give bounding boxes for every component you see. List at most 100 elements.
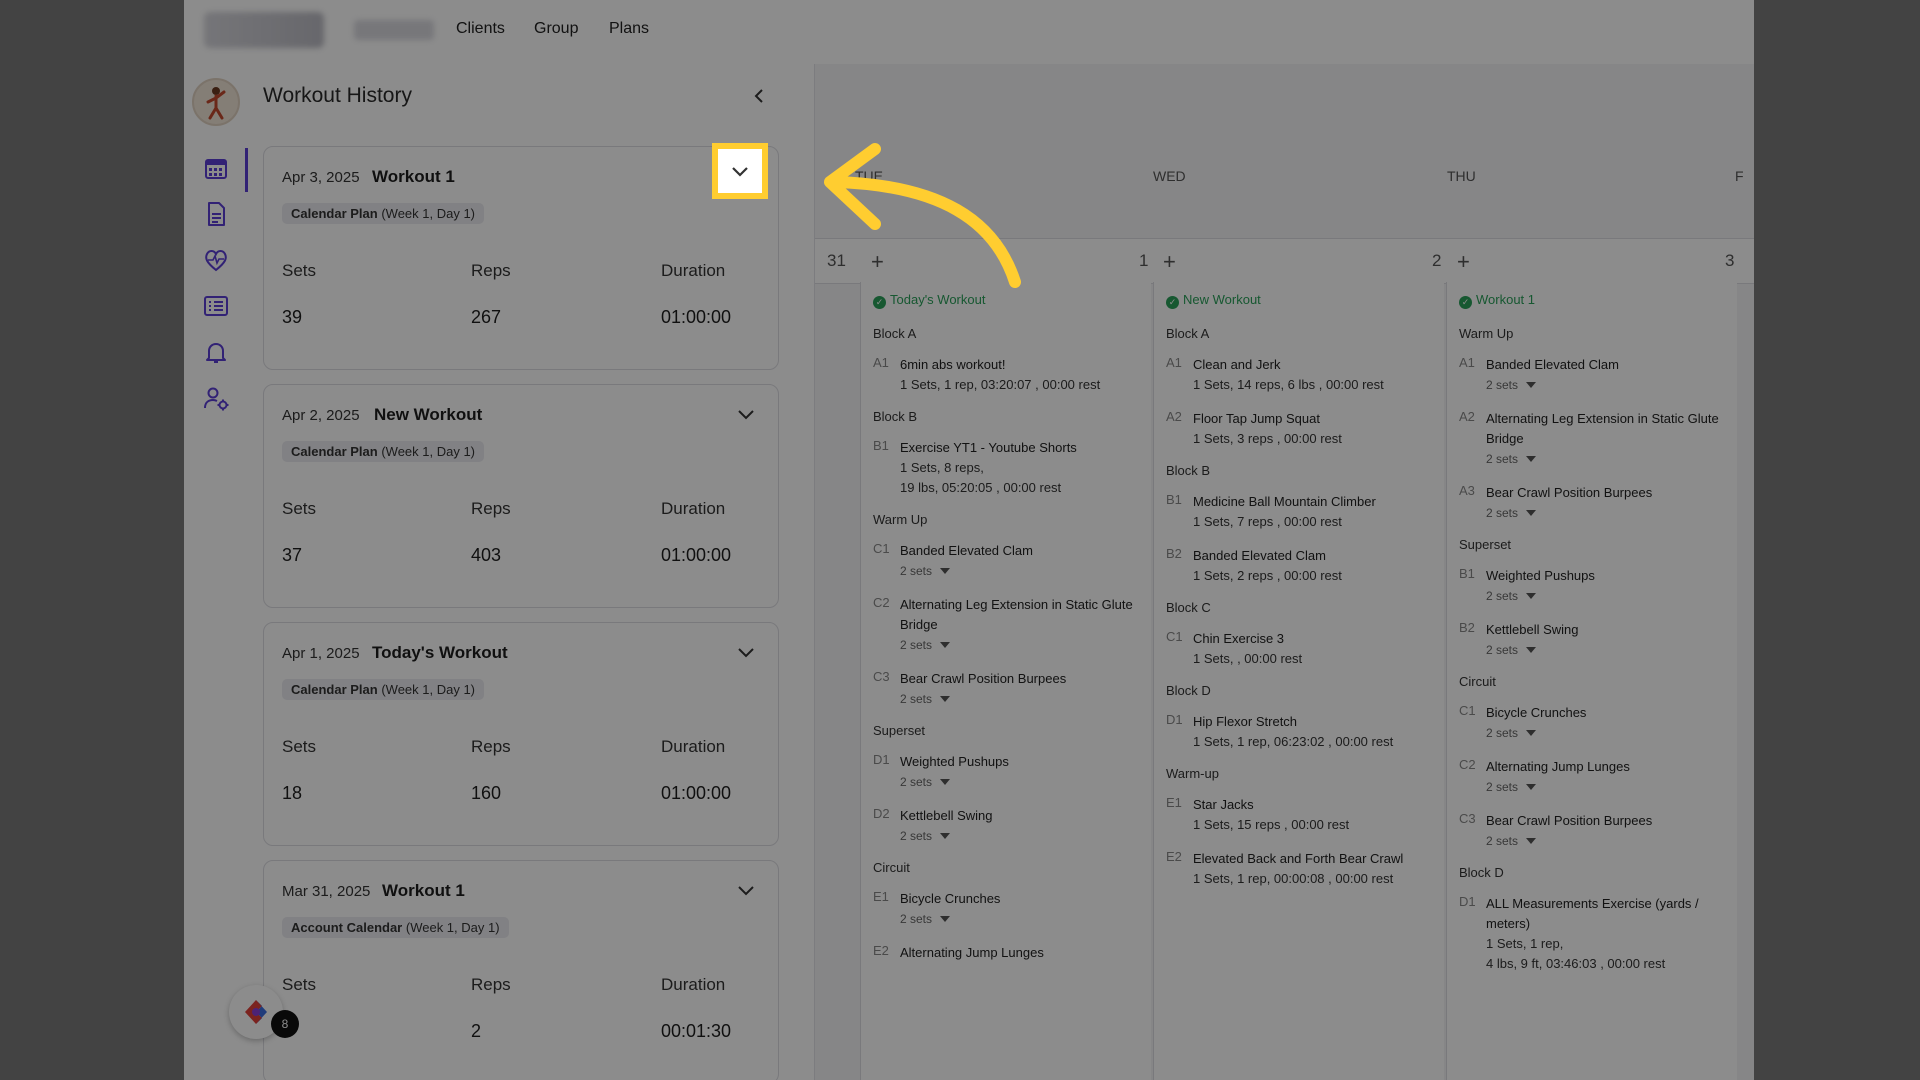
exercise-item[interactable]: A2 Floor Tap Jump Squat 1 Sets, 3 reps , 0… bbox=[1166, 409, 1436, 449]
exercise-item[interactable]: B2 Banded Elevated Clam 1 Sets, 2 reps , 0… bbox=[1166, 546, 1436, 586]
exercise-name: Kettlebell Swing bbox=[900, 808, 993, 823]
exercise-code: E1 bbox=[873, 889, 889, 904]
expand-chevron-down-icon[interactable] bbox=[732, 877, 760, 905]
exercise-item[interactable]: B1 Exercise YT1 - Youtube Shorts 1 Sets, 8… bbox=[873, 438, 1143, 498]
sets-label: Sets bbox=[282, 499, 317, 518]
exercise-name: Chin Exercise 3 bbox=[1193, 631, 1285, 646]
sets-dropdown[interactable]: 2 sets bbox=[900, 909, 1143, 929]
exercise-name: Bicycle Crunches bbox=[1486, 705, 1587, 720]
caret-down-icon bbox=[940, 779, 951, 785]
exercise-item[interactable]: D1 Weighted Pushups 2 sets bbox=[873, 752, 1143, 792]
add-workout-plus-icon[interactable]: + bbox=[1457, 249, 1470, 275]
exercise-details: 1 Sets, 7 reps , 00:00 rest bbox=[1193, 514, 1342, 529]
exercise-item[interactable]: C1 Bicycle Crunches 2 sets bbox=[1459, 703, 1729, 743]
document-icon[interactable] bbox=[202, 200, 230, 228]
caret-down-icon bbox=[940, 916, 951, 922]
card-date: Mar 31, 2025 bbox=[282, 883, 371, 900]
expand-chevron-down-icon[interactable] bbox=[732, 639, 760, 667]
sets-dropdown[interactable]: 2 sets bbox=[1486, 640, 1729, 660]
exercise-item[interactable]: C3 Bear Crawl Position Burpees 2 sets bbox=[1459, 811, 1729, 851]
sets-dropdown[interactable]: 2 sets bbox=[900, 561, 1143, 581]
history-card[interactable]: Apr 3, 2025 Workout 1 Calendar Plan (Wee… bbox=[263, 146, 779, 370]
list-icon[interactable] bbox=[202, 292, 230, 320]
exercise-code: A1 bbox=[1166, 355, 1182, 370]
plan-name: Calendar Plan bbox=[291, 206, 378, 221]
highlighted-expand-chevron-down-icon[interactable] bbox=[712, 143, 768, 199]
exercise-item[interactable]: A1 Banded Elevated Clam 2 sets bbox=[1459, 355, 1729, 395]
nav-group[interactable]: Group bbox=[534, 20, 578, 38]
collapse-panel-chevron-left-icon[interactable] bbox=[748, 84, 772, 108]
user-settings-icon[interactable] bbox=[202, 384, 230, 412]
exercise-item[interactable]: B2 Kettlebell Swing 2 sets bbox=[1459, 620, 1729, 660]
exercise-item[interactable]: D2 Kettlebell Swing 2 sets bbox=[873, 806, 1143, 846]
plan-name: Calendar Plan bbox=[291, 444, 378, 459]
sets-dropdown[interactable]: 2 sets bbox=[1486, 831, 1729, 851]
sets-dropdown[interactable]: 2 sets bbox=[1486, 503, 1729, 523]
history-card[interactable]: Apr 1, 2025 Today's Workout Calendar Pla… bbox=[263, 622, 779, 846]
workout-title[interactable]: ✓ New Workout bbox=[1166, 292, 1261, 309]
brand-logo[interactable] bbox=[204, 12, 324, 48]
exercise-item[interactable]: C2 Alternating Leg Extension in Static Gl… bbox=[873, 595, 1143, 655]
exercise-details: 19 lbs, 05:20:05 , 00:00 rest bbox=[900, 480, 1062, 495]
exercise-code: A1 bbox=[1459, 355, 1475, 370]
heart-pulse-icon[interactable] bbox=[202, 246, 230, 274]
nav-clients[interactable]: Clients bbox=[456, 20, 505, 38]
sets-dropdown[interactable]: 2 sets bbox=[900, 772, 1143, 792]
exercise-item[interactable]: A1 6min abs workout! 1 Sets, 1 rep, 03:20:… bbox=[873, 355, 1143, 395]
exercise-item[interactable]: C1 Chin Exercise 3 1 Sets, , 00:00 rest bbox=[1166, 629, 1436, 669]
block-label: Warm Up bbox=[873, 512, 928, 527]
sets-dropdown[interactable]: 2 sets bbox=[1486, 723, 1729, 743]
avatar[interactable] bbox=[192, 78, 240, 126]
exercise-item[interactable]: A1 Clean and Jerk 1 Sets, 14 reps, 6 lbs ,… bbox=[1166, 355, 1436, 395]
day-header: THU bbox=[1447, 168, 1476, 184]
exercise-item[interactable]: C3 Bear Crawl Position Burpees 2 sets bbox=[873, 669, 1143, 709]
day-header: WED bbox=[1153, 168, 1186, 184]
exercise-details: 1 Sets, 2 reps , 00:00 rest bbox=[1193, 568, 1342, 583]
day-number: 2 bbox=[1432, 251, 1442, 270]
exercise-item[interactable]: E1 Star Jacks 1 Sets, 15 reps , 00:00 rest bbox=[1166, 795, 1436, 835]
day-column: ✓ Workout 1 Warm Up A1 Banded Elevated Clam… bbox=[1446, 282, 1737, 1080]
history-card[interactable]: Mar 31, 2025 Workout 1 Account Calendar … bbox=[263, 860, 779, 1080]
day-header: F bbox=[1735, 168, 1744, 184]
exercise-item[interactable]: D1 ALL Measurements Exercise (yards / met… bbox=[1459, 894, 1729, 974]
exercise-item[interactable]: E2 Alternating Jump Lunges bbox=[873, 943, 1143, 963]
sets-dropdown[interactable]: 2 sets bbox=[1486, 777, 1729, 797]
sets-dropdown[interactable]: 2 sets bbox=[1486, 449, 1729, 469]
workout-blocks: Block A A1 Clean and Jerk 1 Sets, 14 reps, … bbox=[1166, 326, 1436, 903]
workout-blocks: Block A A1 6min abs workout! 1 Sets, 1 rep,… bbox=[873, 326, 1143, 977]
sets-dropdown[interactable]: 2 sets bbox=[1486, 375, 1729, 395]
workout-title[interactable]: ✓ Workout 1 bbox=[1459, 292, 1535, 309]
history-card[interactable]: Apr 2, 2025 New Workout Calendar Plan (W… bbox=[263, 384, 779, 608]
exercise-code: A2 bbox=[1166, 409, 1182, 424]
exercise-item[interactable]: A3 Bear Crawl Position Burpees 2 sets bbox=[1459, 483, 1729, 523]
workout-title-text: Workout 1 bbox=[1476, 292, 1536, 307]
caret-down-icon bbox=[1526, 456, 1537, 462]
exercise-details: 1 Sets, 14 reps, 6 lbs , 00:00 rest bbox=[1193, 377, 1384, 392]
exercise-name: Kettlebell Swing bbox=[1486, 622, 1579, 637]
plan-tag: Calendar Plan (Week 1, Day 1) bbox=[282, 203, 485, 224]
sets-dropdown[interactable]: 2 sets bbox=[900, 826, 1143, 846]
sets-dropdown[interactable]: 2 sets bbox=[900, 689, 1143, 709]
exercise-item[interactable]: B1 Weighted Pushups 2 sets bbox=[1459, 566, 1729, 606]
calendar-icon[interactable] bbox=[202, 154, 230, 182]
sets-dropdown[interactable]: 2 sets bbox=[1486, 586, 1729, 606]
exercise-item[interactable]: C2 Alternating Jump Lunges 2 sets bbox=[1459, 757, 1729, 797]
check-icon: ✓ bbox=[1459, 296, 1472, 309]
day-number: 3 bbox=[1725, 251, 1735, 270]
bell-icon[interactable] bbox=[202, 338, 230, 366]
sets-dropdown[interactable]: 2 sets bbox=[900, 635, 1143, 655]
reps-label: Reps bbox=[471, 737, 511, 756]
exercise-item[interactable]: C1 Banded Elevated Clam 2 sets bbox=[873, 541, 1143, 581]
add-workout-plus-icon[interactable]: + bbox=[1163, 249, 1176, 275]
exercise-item[interactable]: A2 Alternating Leg Extension in Static Gl… bbox=[1459, 409, 1729, 469]
nav-plans[interactable]: Plans bbox=[609, 20, 649, 38]
exercise-details: 1 Sets, 1 rep, 06:23:02 , 00:00 rest bbox=[1193, 734, 1394, 749]
exercise-item[interactable]: B1 Medicine Ball Mountain Climber 1 Sets, … bbox=[1166, 492, 1436, 532]
duration-label: Duration bbox=[661, 499, 726, 518]
exercise-item[interactable]: E1 Bicycle Crunches 2 sets bbox=[873, 889, 1143, 929]
sets-count: 2 sets bbox=[1486, 506, 1519, 520]
exercise-name: Hip Flexor Stretch bbox=[1193, 714, 1298, 729]
expand-chevron-down-icon[interactable] bbox=[732, 401, 760, 429]
exercise-item[interactable]: D1 Hip Flexor Stretch 1 Sets, 1 rep, 06:23… bbox=[1166, 712, 1436, 752]
exercise-item[interactable]: E2 Elevated Back and Forth Bear Crawl 1 Se… bbox=[1166, 849, 1436, 889]
